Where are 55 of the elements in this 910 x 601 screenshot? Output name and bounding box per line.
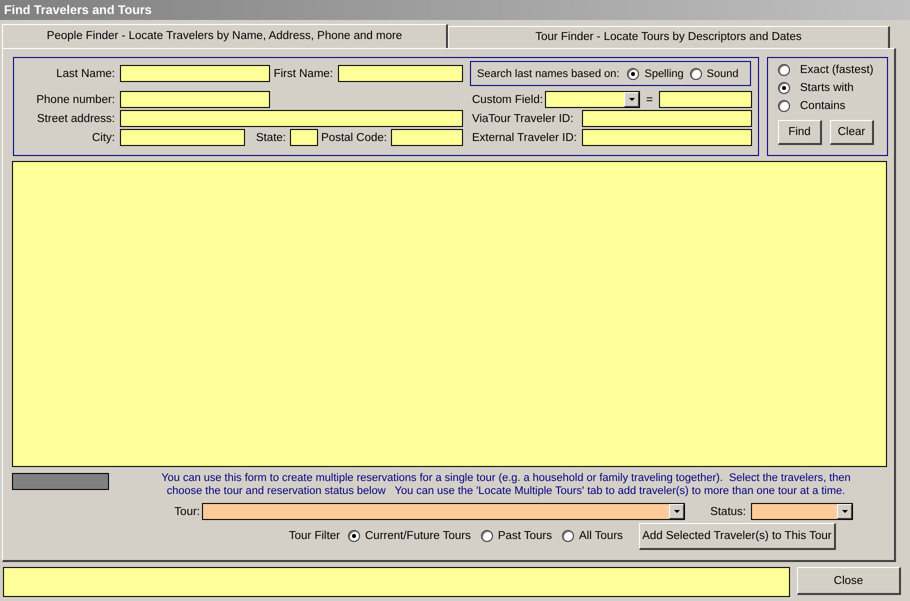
radio-label: All Tours [579,530,623,542]
radio-label: Starts with [800,82,854,94]
input-field[interactable] [659,91,752,108]
close-button[interactable]: Close [797,567,901,595]
instructions-text: You can use this form to create multiple reservations for a single tour (e.g. a household or family traveling together). Select the travelers, then choose the tour and reservation status below You can use the 'Locate Multiple Tours' tab to add traveler(s) to more than one tour at a time. [160,472,852,498]
radio-button[interactable] [778,100,790,112]
tab[interactable]: Tour Finder - Locate Tours by Descriptors and Dates [448,26,890,48]
field-label: External Traveler ID: [472,132,578,144]
radio-button[interactable] [480,530,493,542]
radio-label: Current/Future Tours [365,530,471,542]
equals-sign: = [645,94,654,106]
action-button[interactable]: Clear [830,120,874,145]
field-label: First Name: [272,68,333,80]
field-label: City: [91,132,115,144]
input-field[interactable] [120,65,270,82]
radio-label: Contains [800,100,846,112]
input-field[interactable] [120,129,245,146]
dropdown-button[interactable] [837,504,852,519]
radio-label: Past Tours [498,530,552,542]
input-field[interactable] [120,110,463,127]
field-label: Tour Filter [288,530,340,542]
radio-button[interactable] [778,64,790,76]
tour-dropdown[interactable] [202,503,685,520]
tab[interactable]: People Finder - Locate Travelers by Name, Address, Phone and more [2,24,448,48]
radio-button[interactable] [690,68,702,80]
field-label: Status: [709,506,746,518]
radio-label: Exact (fastest) [800,64,874,76]
action-button[interactable]: Find [778,120,822,145]
window-title: Find Travelers and Tours [0,0,910,20]
field-label: Street address: [36,112,115,124]
field-label: Postal Code: [320,132,387,144]
field-label: ViaTour Traveler ID: [472,112,574,124]
input-field[interactable] [338,65,463,82]
field-label: Custom Field: [472,94,544,106]
radio-button[interactable] [778,82,790,94]
field-label: Last Name: [55,68,115,80]
radio-label: Spelling [644,68,684,80]
dropdown-button[interactable] [669,504,684,519]
field-label: Tour: [173,506,200,518]
add-travelers-button[interactable]: Add Selected Traveler(s) to This Tour [638,522,836,550]
dropdown-button[interactable] [624,92,639,107]
input-field[interactable] [391,129,463,146]
radio-button[interactable] [348,530,360,542]
field-label: Phone number: [35,94,115,106]
input-field[interactable] [582,129,752,146]
input-field[interactable] [290,129,318,146]
custom-field-dropdown[interactable] [545,91,640,108]
status-dropdown[interactable] [751,503,853,520]
radio-label: Sound [706,68,738,80]
radio-button[interactable] [562,530,574,542]
group-label: Search last names based on: [477,68,620,80]
radio-button[interactable] [627,68,640,80]
input-field[interactable] [120,91,270,108]
input-field[interactable] [582,110,752,127]
field-label: State: [254,132,286,144]
